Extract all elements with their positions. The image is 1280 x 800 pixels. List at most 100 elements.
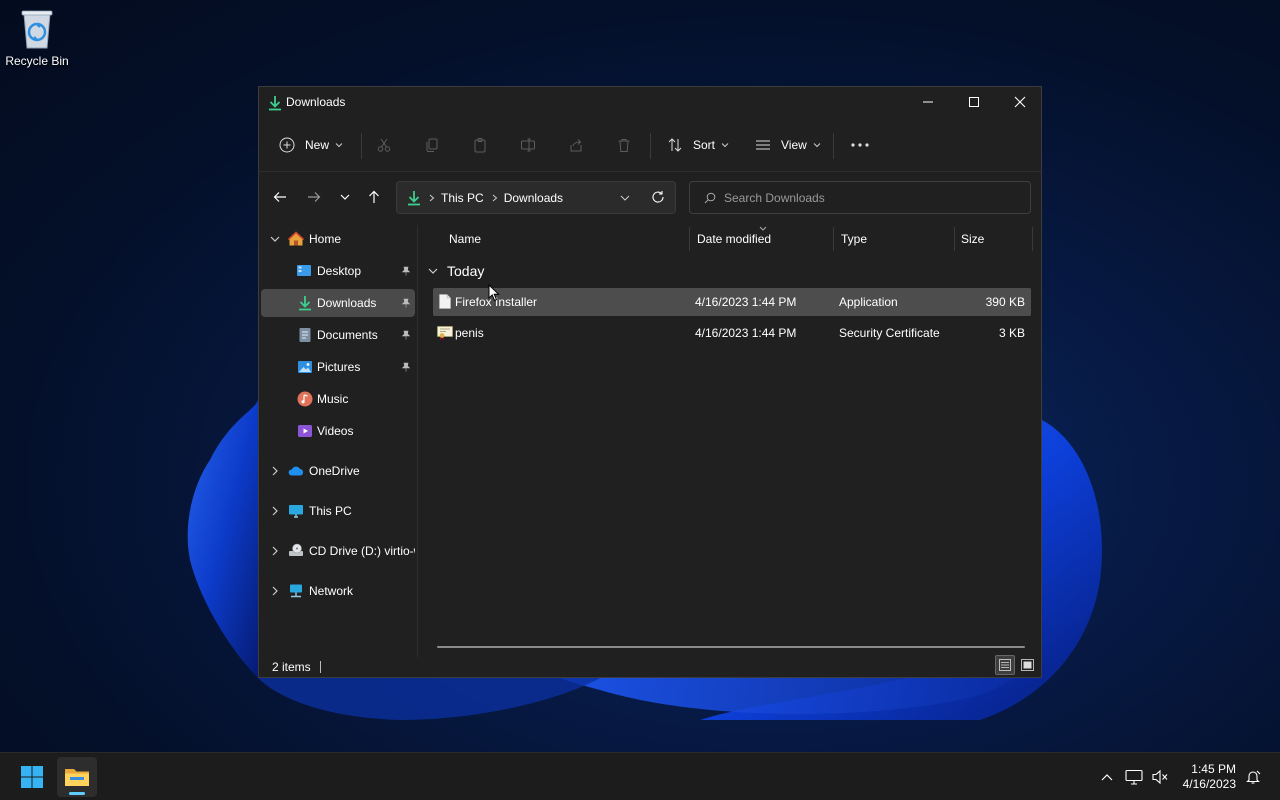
share-button[interactable] (568, 123, 584, 167)
sidebar-item-desktop[interactable]: Desktop (261, 257, 415, 285)
see-more-button[interactable] (851, 123, 869, 167)
navigation-row: This PC Downloads (259, 179, 1041, 215)
horizontal-scrollbar[interactable] (437, 646, 1025, 648)
sidebar-item-network[interactable]: Network (261, 577, 415, 605)
chevron-right-icon (492, 194, 497, 201)
sidebar-item-cd-drive[interactable]: CD Drive (D:) virtio-win (261, 537, 415, 565)
minimize-button[interactable] (905, 87, 951, 117)
new-label: New (305, 138, 330, 152)
volume-tray-button[interactable] (1151, 768, 1169, 786)
column-header-label: Date modified (697, 232, 772, 246)
copy-button[interactable] (424, 123, 440, 167)
file-row[interactable]: penis 4/16/2023 1:44 PM Security Certifi… (433, 319, 1031, 347)
refresh-button[interactable] (644, 183, 672, 211)
chevron-right-icon[interactable] (269, 505, 281, 517)
column-header-name[interactable]: Name (449, 225, 689, 253)
arrow-up-icon (369, 190, 379, 203)
notifications-button[interactable] (1244, 768, 1262, 786)
chevron-down-icon[interactable] (620, 194, 630, 202)
pin-icon[interactable] (401, 362, 411, 372)
column-header-size[interactable]: Size (961, 225, 1031, 253)
certificate-file-icon (437, 326, 453, 340)
file-explorer-taskbar-button[interactable] (57, 757, 97, 797)
sidebar-item-videos[interactable]: Videos (261, 417, 415, 445)
sidebar-item-downloads[interactable]: Downloads (261, 289, 415, 317)
new-button[interactable]: New (279, 123, 343, 167)
file-row[interactable]: Firefox Installer 4/16/2023 1:44 PM Appl… (433, 288, 1031, 316)
delete-button[interactable] (616, 123, 632, 167)
column-separator[interactable] (1032, 227, 1033, 251)
column-separator[interactable] (689, 227, 690, 251)
pin-icon[interactable] (401, 330, 411, 340)
recycle-bin-label: Recycle Bin (5, 54, 69, 68)
chevron-down-icon[interactable] (269, 233, 281, 245)
start-button[interactable] (12, 757, 52, 797)
sidebar-item-home[interactable]: Home (261, 225, 415, 253)
maximize-button[interactable] (951, 87, 997, 117)
application-file-icon (439, 294, 451, 309)
sidebar-item-label: Network (309, 584, 354, 598)
paste-button[interactable] (472, 123, 488, 167)
sidebar-item-label: CD Drive (D:) virtio-win (309, 544, 415, 558)
maximize-icon (969, 97, 979, 107)
breadcrumb-this-pc[interactable]: This PC (441, 191, 484, 205)
address-bar[interactable]: This PC Downloads (396, 181, 676, 214)
column-separator[interactable] (954, 227, 955, 251)
network-tray-button[interactable] (1125, 768, 1143, 786)
chevron-right-icon[interactable] (269, 545, 281, 557)
window-title: Downloads (286, 95, 346, 109)
group-label: Today (447, 263, 485, 279)
large-icons-view-button[interactable] (1017, 655, 1037, 675)
view-label: View (781, 138, 807, 152)
view-button[interactable]: View (755, 123, 821, 167)
sidebar-item-pictures[interactable]: Pictures (261, 353, 415, 381)
sidebar-item-this-pc[interactable]: This PC (261, 497, 415, 525)
breadcrumb-downloads[interactable]: Downloads (504, 191, 563, 205)
pin-icon[interactable] (401, 266, 411, 276)
recent-locations-button[interactable] (331, 183, 359, 211)
show-hidden-icons-button[interactable] (1098, 768, 1116, 786)
sort-icon (668, 138, 682, 152)
windows-logo-icon (21, 766, 43, 788)
details-view-button[interactable] (995, 655, 1015, 675)
column-header-label: Name (449, 232, 482, 246)
arrow-right-icon (308, 192, 321, 202)
column-header-type[interactable]: Type (841, 225, 951, 253)
cd-drive-icon (289, 543, 303, 556)
sidebar-item-onedrive[interactable]: OneDrive (261, 457, 415, 485)
cut-button[interactable] (376, 123, 392, 167)
rename-button[interactable] (520, 123, 536, 167)
sort-button[interactable]: Sort (667, 123, 729, 167)
file-type: Application (839, 295, 898, 309)
file-size: 390 KB (985, 295, 1025, 309)
column-header-date-modified[interactable]: Date modified (697, 225, 832, 253)
file-name: penis (455, 326, 484, 340)
file-type: Security Certificate (839, 326, 940, 340)
file-size: 3 KB (998, 326, 1025, 340)
pane-splitter[interactable] (417, 225, 418, 657)
up-button[interactable] (360, 183, 388, 211)
file-explorer-window: Downloads New Sort View This PC Download… (258, 86, 1042, 678)
folder-icon (65, 769, 89, 786)
chevron-right-icon[interactable] (269, 465, 281, 477)
search-input[interactable] (724, 190, 1004, 205)
close-button[interactable] (997, 87, 1043, 117)
recycle-bin-desktop-icon[interactable]: Recycle Bin (4, 6, 70, 68)
videos-icon (298, 425, 312, 437)
details-view-icon (999, 659, 1011, 671)
sidebar-item-documents[interactable]: Documents (261, 321, 415, 349)
chevron-right-icon[interactable] (269, 585, 281, 597)
navigation-pane: Home Desktop Downloads Documents Picture… (259, 225, 417, 657)
group-header-today[interactable]: Today (427, 261, 484, 281)
item-count: 2 items (272, 660, 311, 674)
back-button[interactable] (266, 183, 294, 211)
pin-icon[interactable] (401, 298, 411, 308)
sidebar-item-label: Downloads (317, 296, 377, 310)
title-bar[interactable]: Downloads (259, 87, 1041, 117)
sidebar-item-music[interactable]: Music (261, 385, 415, 413)
column-separator[interactable] (833, 227, 834, 251)
mouse-cursor-icon (488, 284, 500, 302)
taskbar-clock[interactable]: 1:45 PM 4/16/2023 (1183, 762, 1236, 792)
search-box[interactable] (689, 181, 1031, 214)
forward-button[interactable] (300, 183, 328, 211)
